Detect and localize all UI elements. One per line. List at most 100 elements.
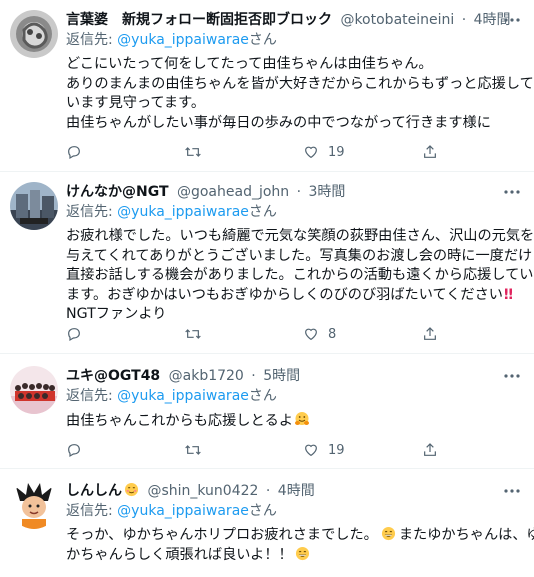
avatar[interactable] xyxy=(10,10,58,58)
text-segment: 由佳ちゃんこれからも応援しとるよ xyxy=(66,413,294,429)
avatar-image xyxy=(10,182,58,230)
like-button[interactable]: 19 xyxy=(303,142,345,162)
reply-icon xyxy=(68,444,80,458)
text-line-with-emoji: ます。おぎゆかはいつもおぎゆからしくのびのび羽ばたいてください!! xyxy=(66,286,522,306)
text-line: 由佳ちゃんがしたい事が毎日の歩みの中でつながって行きます様に xyxy=(66,114,491,131)
timestamp[interactable]: 5時間 xyxy=(263,368,300,384)
tweet-3[interactable]: ユキ@OGT48 @akb1720 · 5時間 返信先: @yuka_ippai… xyxy=(0,354,534,469)
mention-suffix: さん xyxy=(248,32,277,48)
text-segment: またゆかちゃんは、ゆ xyxy=(398,527,534,543)
avatar-image xyxy=(10,366,58,414)
tweet-text: どこにいたって何をしてたって由佳ちゃんは由佳ちゃん。 ありのまんまの由佳ちゃんを… xyxy=(66,55,534,133)
tweet-text: 由佳ちゃんこれからも応援しとるよ xyxy=(66,411,522,432)
tweet-text: お疲れ様でした。いつも綺麗で元気な笑顔の荻野由佳さん、沢山の元気を 与えてくれて… xyxy=(66,227,534,325)
share-button[interactable] xyxy=(422,440,438,460)
reply-context: 返信先: @yuka_ippaiwaraeさん xyxy=(66,502,522,521)
reply-icon xyxy=(68,146,80,160)
more-options-icon[interactable] xyxy=(502,366,522,386)
text-line-with-emoji: かちゃんらしく頑張れば良いよ！！ xyxy=(66,546,522,566)
text-line-with-emoji: そっか、ゆかちゃんホリプロお疲れさまでした。 またゆかちゃんは、ゆ xyxy=(66,526,534,546)
text-segment: ます。おぎゆかはいつもおぎゆからしくのびのび羽ばたいてください xyxy=(66,286,503,303)
grinning-face-emoji-icon xyxy=(295,546,309,560)
tweet-text: そっか、ゆかちゃんホリプロお疲れさまでした。 またゆかちゃんは、ゆ かちゃんらしく… xyxy=(66,526,534,566)
retweet-button[interactable] xyxy=(184,440,211,460)
separator-dot: · xyxy=(265,483,271,499)
timestamp[interactable]: 4時間 xyxy=(278,483,315,499)
tweet-header: 言葉婆 新規フォロー断固拒否即ブロック @kotobateineini · 4時… xyxy=(66,10,522,30)
tweet-actions: 8 xyxy=(66,324,466,344)
reply-button[interactable] xyxy=(66,142,91,162)
replying-label: 返信先: xyxy=(66,388,118,404)
mention-link[interactable]: @yuka_ippaiwarae xyxy=(117,503,249,519)
separator-dot: · xyxy=(251,368,256,384)
text-line-with-emoji: 由佳ちゃんこれからも応援しとるよ xyxy=(66,411,522,432)
like-count: 8 xyxy=(328,326,337,342)
retweet-button[interactable] xyxy=(184,142,211,162)
reply-context: 返信先: @yuka_ippaiwaraeさん xyxy=(66,203,522,222)
text-line: います見守ってます。 xyxy=(66,95,206,111)
separator-dot: · xyxy=(296,184,302,200)
user-handle[interactable]: @akb1720 xyxy=(169,368,244,384)
tweet-4[interactable]: しんしん @shin_kun0422 · 4時間 返信先: @yuka_ippa… xyxy=(0,469,534,577)
text-line: ありのまんまの由佳ちゃんを皆が大好きだからこれからもずっと応援して xyxy=(66,75,534,92)
display-name[interactable]: けんなか@NGT xyxy=(66,184,169,200)
grinning-face-emoji-icon xyxy=(381,526,395,541)
replying-label: 返信先: xyxy=(66,503,118,519)
retweet-icon xyxy=(185,445,201,455)
tweet-1[interactable]: 言葉婆 新規フォロー断固拒否即ブロック @kotobateineini · 4時… xyxy=(0,0,534,172)
heart-icon xyxy=(305,444,317,457)
mention-suffix: さん xyxy=(248,503,277,519)
like-count: 19 xyxy=(328,442,345,458)
reply-button[interactable] xyxy=(66,440,91,460)
avatar-image xyxy=(10,481,58,529)
text-segment: そっか、ゆかちゃんホリプロお疲れさまでした。 xyxy=(66,527,378,543)
more-options-icon[interactable] xyxy=(502,10,522,30)
mention-suffix: さん xyxy=(248,204,277,220)
avatar[interactable] xyxy=(10,182,58,230)
like-count: 19 xyxy=(328,144,345,160)
like-button[interactable]: 19 xyxy=(303,440,345,460)
replying-label: 返信先: xyxy=(66,32,118,48)
mention-link[interactable]: @yuka_ippaiwarae xyxy=(117,32,249,48)
reply-button[interactable] xyxy=(66,324,91,344)
tweet-header: けんなか@NGT @goahead_john · 3時間 xyxy=(66,182,522,202)
timestamp[interactable]: 3時間 xyxy=(309,184,346,200)
user-handle[interactable]: @goahead_john xyxy=(177,184,289,200)
text-line: 与えてくれてありがとうございました。写真集のお渡し会の時に一度だけ xyxy=(66,247,533,264)
tweet-header: ユキ@OGT48 @akb1720 · 5時間 xyxy=(66,366,522,386)
tweet-header: しんしん @shin_kun0422 · 4時間 xyxy=(66,481,522,501)
more-options-icon[interactable] xyxy=(502,481,522,501)
heart-icon xyxy=(305,328,317,341)
display-name[interactable]: 言葉婆 新規フォロー断固拒否即ブロック xyxy=(66,12,332,28)
user-handle[interactable]: @shin_kun0422 xyxy=(147,483,258,499)
avatar[interactable] xyxy=(10,481,58,529)
avatar[interactable] xyxy=(10,366,58,414)
tweet-2[interactable]: けんなか@NGT @goahead_john · 3時間 返信先: @yuka_… xyxy=(0,172,534,354)
more-options-icon[interactable] xyxy=(502,182,522,202)
tweet-actions: 19 xyxy=(66,142,466,162)
replying-label: 返信先: xyxy=(66,204,118,220)
reply-context: 返信先: @yuka_ippaiwaraeさん xyxy=(66,387,522,406)
user-handle[interactable]: @kotobateineini xyxy=(340,12,454,28)
double-exclamation-emoji: !! xyxy=(502,286,514,303)
mention-link[interactable]: @yuka_ippaiwarae xyxy=(117,388,249,404)
text-segment: かちゃんらしく頑張れば良いよ！！ xyxy=(66,546,293,563)
display-name[interactable]: ユキ@OGT48 xyxy=(66,368,160,384)
text-line: どこにいたって何をしてたって由佳ちゃんは由佳ちゃん。 xyxy=(66,56,433,72)
heart-icon xyxy=(305,146,317,159)
display-name[interactable]: しんしん xyxy=(66,483,122,499)
reply-context: 返信先: @yuka_ippaiwaraeさん xyxy=(66,31,522,50)
separator-dot: · xyxy=(461,12,467,28)
avatar-image xyxy=(10,10,58,58)
smiling-face-emoji-icon xyxy=(124,482,139,497)
share-button[interactable] xyxy=(422,324,438,344)
retweet-icon xyxy=(185,147,201,157)
retweet-icon xyxy=(185,329,201,339)
share-button[interactable] xyxy=(422,142,438,162)
text-line: 直接お話しする機会がありました。これからの活動も遠くから応援してい xyxy=(66,267,534,283)
retweet-button[interactable] xyxy=(184,324,211,344)
mention-link[interactable]: @yuka_ippaiwarae xyxy=(117,204,249,220)
share-icon xyxy=(424,443,436,456)
like-button[interactable]: 8 xyxy=(303,324,336,344)
text-line: NGTファンより xyxy=(66,306,167,322)
